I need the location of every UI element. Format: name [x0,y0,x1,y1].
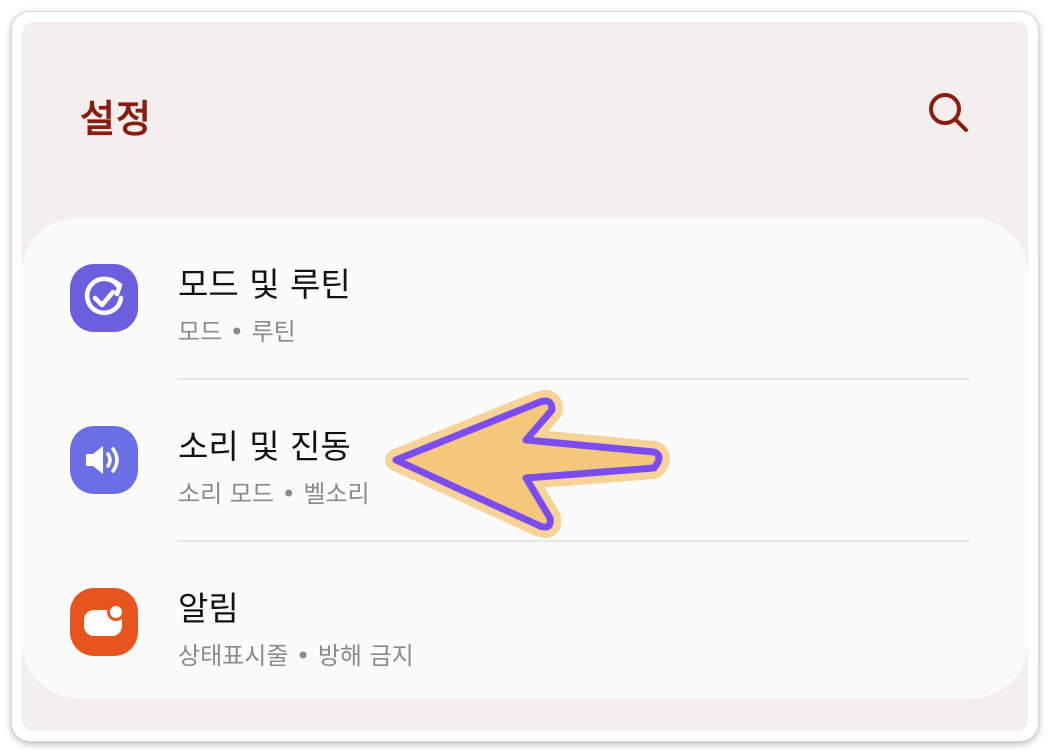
screenshot-frame: 설정 모드 및 루틴 모드 • 루틴 소리 및 진동 소리 모드 • 벨소리 알… [12,12,1038,741]
settings-item-notifications[interactable]: 알림 상태표시줄 • 방해 금지 [22,542,1028,702]
settings-item-modes-routines[interactable]: 모드 및 루틴 모드 • 루틴 [22,218,1028,378]
modes-routines-icon [70,264,138,332]
settings-item-label: 소리 및 진동 [178,427,351,466]
page-title: 설정 [80,97,152,141]
search-button[interactable] [922,86,976,140]
settings-item-sublabel: 상태표시줄 • 방해 금지 [178,642,414,670]
sound-icon [70,426,138,494]
settings-item-sublabel: 소리 모드 • 벨소리 [178,480,370,508]
settings-item-label: 알림 [178,589,239,628]
settings-screen: 설정 모드 및 루틴 모드 • 루틴 소리 및 진동 소리 모드 • 벨소리 알… [22,22,1028,731]
settings-list-card: 모드 및 루틴 모드 • 루틴 소리 및 진동 소리 모드 • 벨소리 알림 상… [22,218,1028,698]
settings-item-label: 모드 및 루틴 [178,265,351,304]
settings-item-sound-vibration[interactable]: 소리 및 진동 소리 모드 • 벨소리 [22,380,1028,540]
notifications-icon [70,588,138,656]
search-icon [929,93,968,132]
settings-item-sublabel: 모드 • 루틴 [178,318,296,346]
